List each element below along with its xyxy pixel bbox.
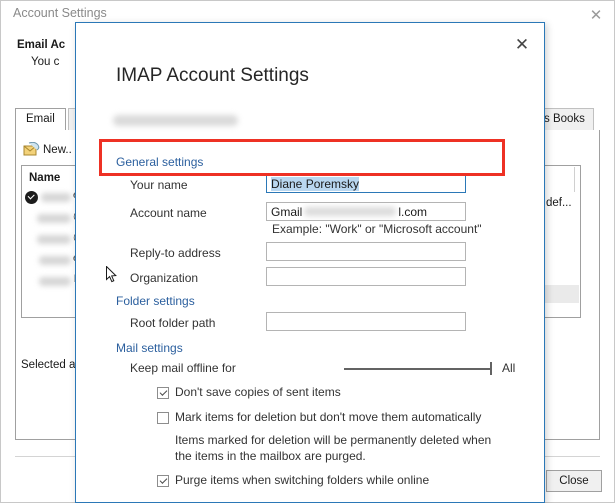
your-name-input[interactable]: Diane Poremsky	[266, 174, 466, 193]
account-email-redacted	[113, 115, 238, 126]
list-item[interactable]	[37, 235, 71, 244]
window-close-icon[interactable]: ✕	[586, 7, 606, 23]
new-account-button[interactable]: New..	[43, 144, 72, 156]
checkbox-mark-items-for-deletion-label: Mark items for deletion but don't move t…	[175, 410, 482, 424]
window-title: Account Settings	[13, 6, 107, 20]
section-general-settings: General settings	[116, 155, 204, 169]
email-accounts-subheading: You c	[31, 56, 60, 68]
list-default-label: def...	[546, 197, 572, 209]
organization-label: Organization	[130, 271, 199, 285]
deletion-note-line-1: Items marked for deletion will be perman…	[175, 433, 492, 447]
your-name-value: Diane Poremsky	[271, 176, 360, 191]
account-name-value-redacted	[304, 207, 397, 216]
checkbox-dont-save-sent-items[interactable]	[157, 387, 169, 399]
reply-to-address-label: Reply-to address	[130, 246, 221, 260]
list-item[interactable]	[39, 277, 71, 286]
root-folder-path-input[interactable]	[266, 312, 466, 331]
imap-account-settings-dialog: ✕ IMAP Account Settings General settings…	[75, 22, 545, 503]
checkbox-purge-items-switching-folders-label: Purge items when switching folders while…	[175, 473, 430, 487]
checkbox-dont-save-sent-items-label: Don't save copies of sent items	[175, 385, 341, 399]
keep-mail-offline-slider-thumb[interactable]	[490, 362, 492, 375]
list-item[interactable]	[37, 214, 71, 223]
account-name-input[interactable]: Gmail l.com	[266, 202, 466, 221]
tab-address-books[interactable]: s Books	[537, 108, 594, 131]
account-name-hint: Example: "Work" or "Microsoft account"	[272, 222, 482, 236]
keep-mail-offline-slider-track[interactable]	[344, 368, 492, 370]
mouse-cursor	[106, 265, 118, 284]
close-button[interactable]: Close	[546, 470, 602, 492]
default-account-check-icon	[25, 191, 38, 204]
reply-to-address-input[interactable]	[266, 242, 466, 261]
list-item[interactable]	[41, 193, 71, 202]
your-name-label: Your name	[130, 178, 188, 192]
tab-email[interactable]: Email	[15, 108, 66, 131]
dialog-title: IMAP Account Settings	[116, 65, 309, 86]
checkbox-purge-items-switching-folders[interactable]	[157, 475, 169, 487]
root-folder-path-label: Root folder path	[130, 316, 216, 330]
selected-account-label: Selected a	[21, 359, 76, 371]
section-folder-settings: Folder settings	[116, 294, 195, 308]
column-separator	[574, 167, 575, 192]
account-name-value-suffix: l.com	[398, 204, 428, 219]
section-mail-settings: Mail settings	[116, 341, 183, 355]
checkbox-mark-items-for-deletion[interactable]	[157, 412, 169, 424]
accounts-list-column-name: Name	[29, 172, 61, 184]
email-accounts-heading: Email Ac	[17, 39, 66, 51]
deletion-note-line-2: the items in the mailbox are purged.	[175, 449, 366, 463]
screenshot-root: Account Settings ✕ Email Ac You c Email …	[0, 0, 615, 503]
keep-mail-offline-label: Keep mail offline for	[130, 361, 236, 375]
account-name-value-prefix: Gmail	[271, 204, 303, 219]
organization-input[interactable]	[266, 267, 466, 286]
dialog-close-icon[interactable]: ✕	[512, 35, 532, 55]
new-mail-icon	[23, 141, 41, 157]
account-name-label: Account name	[130, 206, 207, 220]
list-item[interactable]	[39, 256, 71, 265]
keep-mail-offline-value: All	[502, 361, 516, 375]
